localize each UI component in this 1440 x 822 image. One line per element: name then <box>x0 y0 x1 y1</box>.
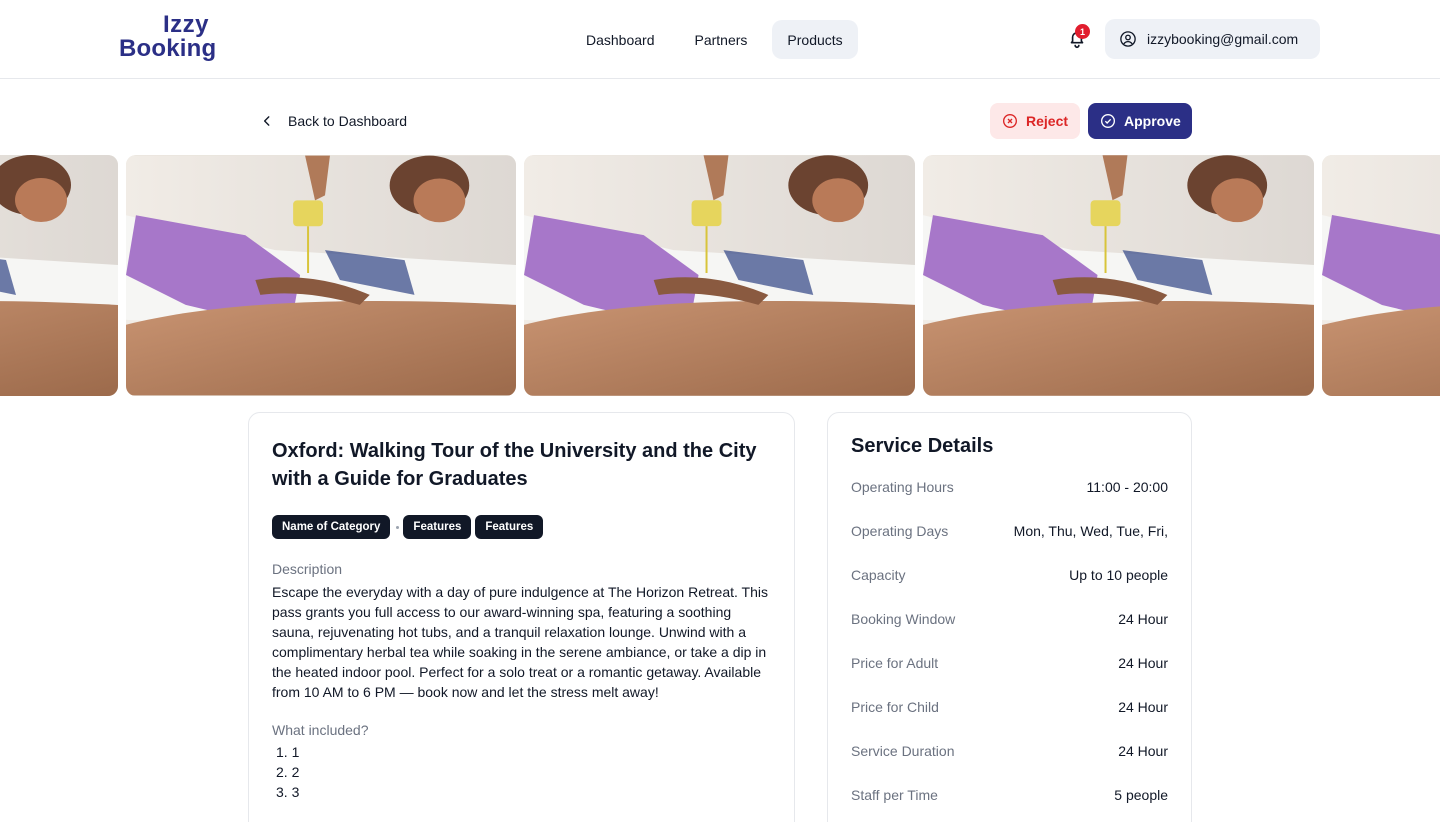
main-nav: Dashboard Partners Products <box>571 20 868 59</box>
detail-row-price-child: Price for Child 24 Hour <box>851 699 1168 743</box>
gallery-photo[interactable] <box>1322 155 1440 396</box>
approve-button[interactable]: Approve <box>1088 103 1192 139</box>
detail-label: Operating Hours <box>851 479 954 495</box>
top-header: Izzy Booking Dashboard Partners Products… <box>0 0 1440 79</box>
brand-logo-line2: Booking <box>119 35 217 62</box>
detail-value: 5 people <box>1114 787 1168 803</box>
approve-label: Approve <box>1124 113 1181 129</box>
included-list: 1. 1 2. 2 3. 3 <box>272 742 771 802</box>
x-circle-icon <box>1003 114 1017 128</box>
detail-value: 24 Hour <box>1118 743 1168 759</box>
tag-list: Name of Category Features Features <box>272 515 771 539</box>
list-item: 2. 2 <box>276 764 300 780</box>
detail-value: 11:00 - 20:00 <box>1086 479 1168 495</box>
nav-partners[interactable]: Partners <box>680 20 763 59</box>
list-item: 1. 1 <box>276 744 300 760</box>
feature-tag: Features <box>403 515 472 539</box>
gallery-photo[interactable] <box>126 155 516 396</box>
detail-row-operating-days: Operating Days Mon, Thu, Wed, Tue, Fri, <box>851 523 1168 567</box>
detail-value: Mon, Thu, Wed, Tue, Fri, <box>1013 523 1168 539</box>
product-title: Oxford: Walking Tour of the University a… <box>272 440 757 490</box>
reject-label: Reject <box>1026 113 1069 129</box>
included-label: What included? <box>272 722 369 738</box>
notification-badge: 1 <box>1075 24 1090 39</box>
detail-label: Staff per Time <box>851 787 938 803</box>
product-card: Oxford: Walking Tour of the University a… <box>248 412 795 822</box>
detail-row-operating-hours: Operating Hours 11:00 - 20:00 <box>851 479 1168 523</box>
detail-value: 24 Hour <box>1118 699 1168 715</box>
detail-row-staff-per-time: Staff per Time 5 people <box>851 787 1168 822</box>
description-label: Description <box>272 561 343 577</box>
service-details-list: Operating Hours 11:00 - 20:00 Operating … <box>851 479 1168 822</box>
gallery-photo[interactable] <box>923 155 1314 396</box>
detail-label: Price for Child <box>851 699 939 715</box>
description-text: Escape the everyday with a day of pure i… <box>272 584 768 700</box>
check-circle-icon <box>1101 114 1115 128</box>
account-email: izzybooking@gmail.com <box>1147 31 1299 47</box>
reject-button[interactable]: Reject <box>990 103 1080 139</box>
feature-tag: Features <box>475 515 544 539</box>
detail-value: 24 Hour <box>1118 655 1168 671</box>
nav-products[interactable]: Products <box>772 20 858 59</box>
back-to-dashboard-link[interactable]: Back to Dashboard <box>260 110 407 132</box>
user-circle-icon <box>1120 31 1136 47</box>
detail-label: Operating Days <box>851 523 949 539</box>
tag-separator <box>396 525 400 529</box>
service-details-title: Service Details <box>851 435 994 457</box>
category-tag: Name of Category <box>272 515 391 539</box>
back-label: Back to Dashboard <box>288 113 408 129</box>
gallery-photo[interactable] <box>524 155 915 396</box>
detail-row-booking-window: Booking Window 24 Hour <box>851 611 1168 655</box>
detail-label: Price for Adult <box>851 655 939 671</box>
detail-label: Service Duration <box>851 743 955 759</box>
brand-logo[interactable]: Izzy Booking <box>119 11 217 67</box>
detail-row-capacity: Capacity Up to 10 people <box>851 567 1168 611</box>
detail-row-service-duration: Service Duration 24 Hour <box>851 743 1168 787</box>
detail-label: Booking Window <box>851 611 956 627</box>
brand-logo-line1: Izzy <box>163 11 210 38</box>
detail-value: Up to 10 people <box>1069 567 1168 583</box>
gallery-photo[interactable] <box>0 155 118 396</box>
detail-label: Capacity <box>851 567 906 583</box>
detail-row-price-adult: Price for Adult 24 Hour <box>851 655 1168 699</box>
account-button[interactable]: izzybooking@gmail.com <box>1105 19 1320 59</box>
list-item: 3. 3 <box>276 784 300 800</box>
chevron-left-icon <box>263 116 270 126</box>
detail-value: 24 Hour <box>1118 611 1168 627</box>
photo-gallery[interactable] <box>0 155 1440 396</box>
service-details-card: Service Details Operating Hours 11:00 - … <box>827 412 1192 822</box>
nav-dashboard[interactable]: Dashboard <box>571 20 670 59</box>
